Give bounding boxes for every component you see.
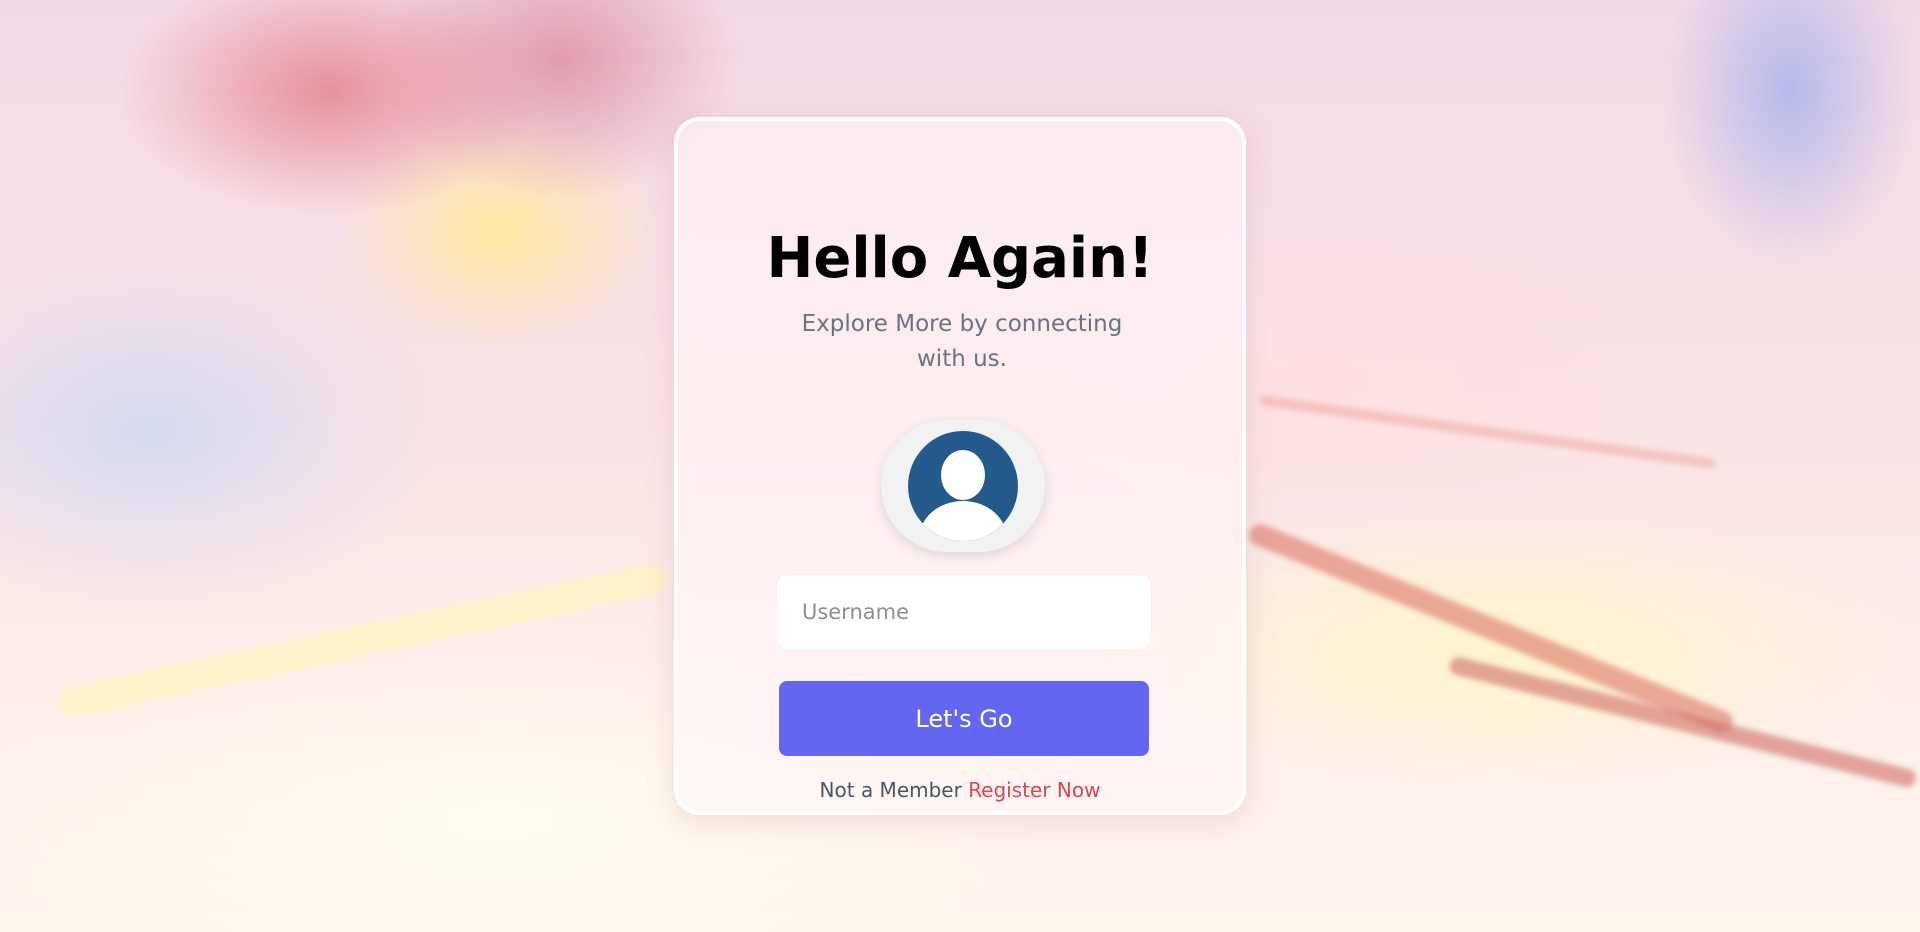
page-title: Hello Again!: [766, 226, 1154, 291]
user-avatar-icon: [908, 431, 1018, 541]
login-card: Hello Again! Explore More by connecting …: [674, 117, 1246, 815]
username-input[interactable]: [778, 575, 1150, 649]
not-a-member-text: Not a Member: [819, 778, 962, 802]
background-streak: [1245, 520, 1737, 736]
background-streak: [1259, 395, 1717, 469]
lets-go-button[interactable]: Let's Go: [779, 681, 1149, 756]
register-now-link[interactable]: Register Now: [968, 778, 1100, 802]
register-prompt: Not a Member Register Now: [678, 778, 1242, 802]
avatar-container: [881, 420, 1045, 552]
background-streak: [56, 561, 670, 720]
page-subtitle: Explore More by connecting with us.: [801, 311, 1123, 372]
background-streak: [1447, 655, 1918, 789]
